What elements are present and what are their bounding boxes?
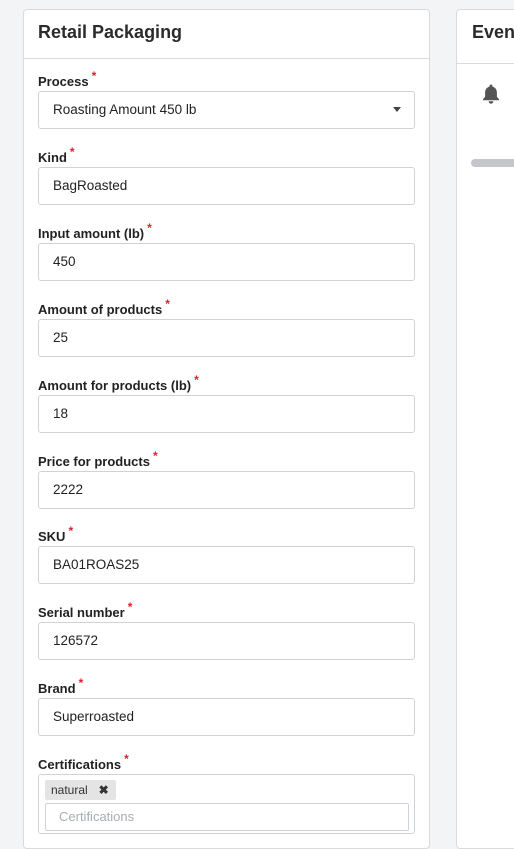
amount-of-products-field-group: Amount of products * 25 <box>38 297 415 357</box>
brand-label: Brand <box>38 681 76 696</box>
certification-tag-label: natural <box>51 783 88 797</box>
brand-field-group: Brand * Superroasted <box>38 676 415 736</box>
events-card: Event <box>456 9 514 849</box>
required-marker: * <box>152 449 158 463</box>
amount-for-products-field-group: Amount for products (lb) * 18 <box>38 373 415 433</box>
required-marker: * <box>194 373 199 387</box>
amount-of-products-input[interactable]: 25 <box>38 319 415 357</box>
certifications-search-input[interactable]: Certifications <box>45 803 409 831</box>
loading-bar <box>471 159 514 167</box>
input-amount-input[interactable]: 450 <box>38 243 415 281</box>
brand-input[interactable]: Superroasted <box>38 698 415 736</box>
input-amount-field-group: Input amount (lb) * 450 <box>38 221 415 281</box>
sku-field-group: SKU * BA01ROAS25 <box>38 524 415 584</box>
serial-number-input[interactable]: 126572 <box>38 622 415 660</box>
required-marker: * <box>69 145 75 159</box>
chevron-down-icon <box>393 107 401 112</box>
process-label: Process <box>38 74 89 89</box>
certifications-field-group: Certifications * natural ✖ Certifications <box>38 752 415 834</box>
input-amount-label: Input amount (lb) <box>38 226 145 241</box>
certification-tag: natural ✖ <box>45 780 116 800</box>
events-card-title: Event <box>457 10 514 64</box>
retail-packaging-card: Retail Packaging Process * Roasting Amoun… <box>23 9 430 849</box>
kind-label: Kind <box>38 150 67 165</box>
required-marker: * <box>78 676 84 690</box>
sku-label: SKU <box>38 529 66 544</box>
kind-input[interactable]: BagRoasted <box>38 167 415 205</box>
process-field-group: Process * Roasting Amount 450 lb <box>38 69 415 129</box>
remove-tag-icon[interactable]: ✖ <box>96 782 112 798</box>
required-marker: * <box>147 221 152 235</box>
amount-of-products-label: Amount of products <box>38 302 163 317</box>
price-for-products-input[interactable]: 2222 <box>38 471 415 509</box>
process-select[interactable]: Roasting Amount 450 lb <box>38 91 415 129</box>
certifications-multiselect[interactable]: natural ✖ Certifications <box>38 774 415 834</box>
sku-input[interactable]: BA01ROAS25 <box>38 546 415 584</box>
amount-for-products-input[interactable]: 18 <box>38 395 415 433</box>
required-marker: * <box>124 752 129 766</box>
card-title: Retail Packaging <box>24 10 429 59</box>
kind-field-group: Kind * BagRoasted <box>38 145 415 205</box>
amount-for-products-label: Amount for products (lb) <box>38 378 192 393</box>
price-for-products-label: Price for products <box>38 454 150 469</box>
serial-number-label: Serial number <box>38 605 125 620</box>
required-marker: * <box>165 297 170 311</box>
required-marker: * <box>91 69 97 83</box>
required-marker: * <box>127 600 133 614</box>
price-for-products-field-group: Price for products * 2222 <box>38 449 415 509</box>
certifications-label: Certifications <box>38 757 122 772</box>
process-select-value: Roasting Amount 450 lb <box>53 102 197 117</box>
serial-number-field-group: Serial number * 126572 <box>38 600 415 660</box>
required-marker: * <box>68 524 74 538</box>
